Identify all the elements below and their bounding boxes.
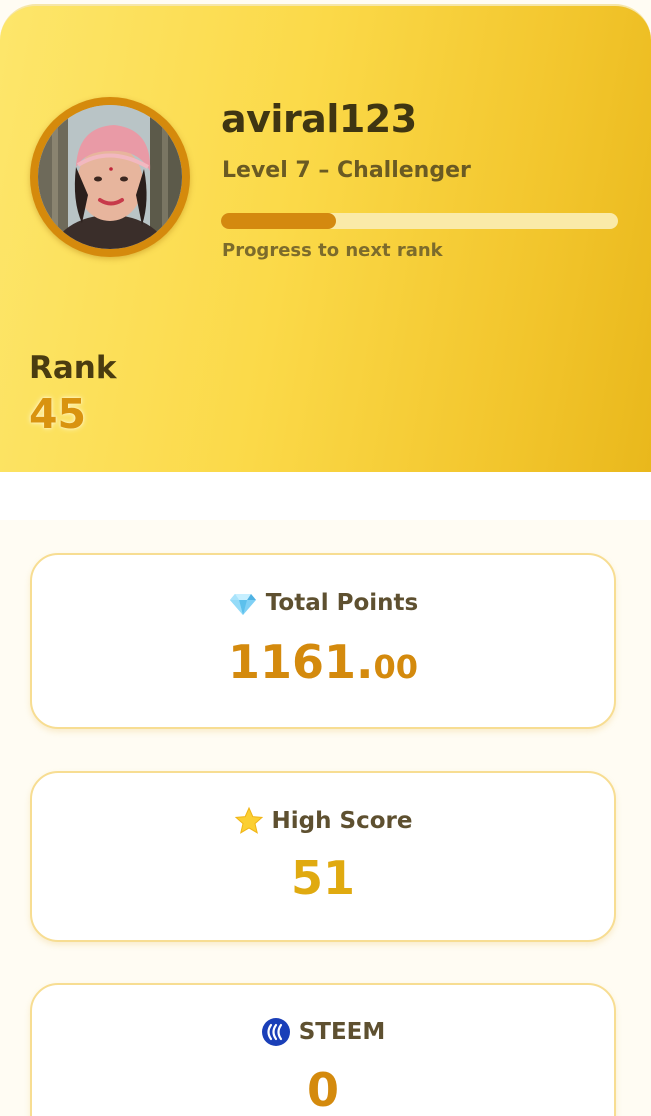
avatar-ring: [30, 97, 190, 257]
total-points-decimal: 00: [373, 648, 419, 686]
total-points-integer: 1161.: [227, 635, 374, 689]
steem-label: STEEM: [298, 1019, 386, 1045]
star-icon: [234, 806, 264, 836]
progress-label: Progress to next rank: [222, 240, 443, 261]
level-text: Level 7 – Challenger: [222, 158, 471, 183]
username: aviral123: [221, 97, 417, 141]
avatar-photo: [38, 105, 182, 249]
steem-logo-icon: [261, 1017, 291, 1047]
high-score-label: High Score: [271, 808, 413, 834]
rank-value: 45: [29, 390, 87, 438]
profile-page: aviral123 Level 7 – Challenger Progress …: [0, 0, 651, 1116]
steem-value: 0: [306, 1063, 339, 1116]
total-points-card[interactable]: Total Points 1161.00: [30, 553, 616, 729]
high-score-card[interactable]: High Score 51: [30, 771, 616, 942]
gem-icon: [228, 588, 258, 618]
steem-title: STEEM: [32, 1017, 614, 1047]
rank-progress-bar: [221, 213, 618, 229]
rank-progress-fill: [221, 213, 337, 229]
avatar[interactable]: [38, 105, 182, 249]
total-points-value: 1161.00: [32, 635, 614, 689]
header-divider: [0, 472, 651, 520]
high-score-title: High Score: [32, 806, 614, 836]
steem-card[interactable]: STEEM 0: [30, 983, 616, 1116]
high-score-value: 51: [290, 851, 355, 905]
total-points-label: Total Points: [265, 590, 419, 616]
rank-label: Rank: [29, 350, 117, 386]
profile-header: aviral123 Level 7 – Challenger Progress …: [0, 4, 651, 472]
total-points-title: Total Points: [32, 588, 614, 618]
